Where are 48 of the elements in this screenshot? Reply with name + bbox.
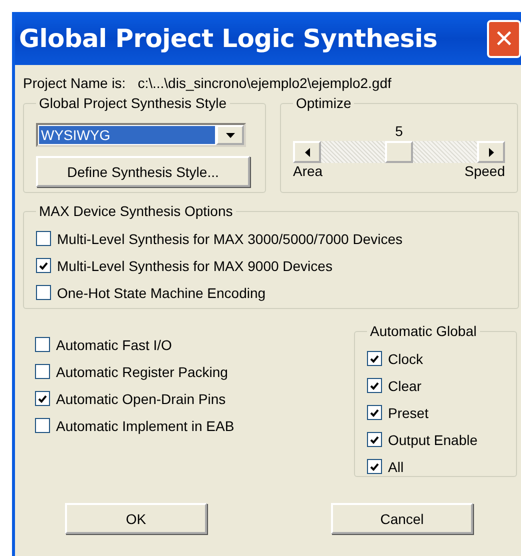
checkbox[interactable] [367,405,382,420]
check-icon [39,262,48,270]
slider-thumb[interactable] [385,141,413,163]
checkbox[interactable] [35,337,50,352]
check-icon [370,408,379,416]
checkbox-label[interactable]: Preset [388,404,428,420]
checkbox-label[interactable]: Automatic Implement in EAB [56,418,234,434]
group-title: Optimize [295,95,352,111]
close-button[interactable]: ✕ [487,20,521,58]
check-icon [370,436,379,444]
checkbox-label[interactable]: Clock [388,350,424,366]
checkbox[interactable] [367,351,382,366]
style-dropdown[interactable]: WYSIWYG [36,123,246,147]
checkbox[interactable] [367,378,382,393]
checkbox-label[interactable]: Automatic Open-Drain Pins [56,390,226,406]
checkbox[interactable] [367,459,382,474]
checkbox[interactable] [36,285,51,300]
checkbox-label[interactable]: Output Enable [388,432,478,448]
checkbox[interactable] [367,432,382,447]
check-icon [370,382,379,390]
speed-label: Speed [464,163,505,179]
checkbox-label[interactable]: Clear [388,378,422,394]
checkbox[interactable] [35,364,50,379]
define-style-button[interactable]: Define Synthesis Style... [36,156,250,187]
checkbox-label[interactable]: Multi-Level Synthesis for MAX 9000 Devices [57,258,332,274]
project-path: c:\...\dis_sincrono\ejemplo2\ejemplo2.gdf [138,75,392,91]
group-title: Automatic Global [369,323,478,339]
cancel-button[interactable]: Cancel [331,503,473,534]
area-label: Area [293,163,323,179]
project-name-label: Project Name is: [23,75,126,91]
checkbox-label[interactable]: Multi-Level Synthesis for MAX 3000/5000/7000 Devices [57,230,403,246]
group-title: MAX Device Synthesis Options [38,203,234,219]
checkbox-label[interactable]: Automatic Fast I/O [56,336,172,352]
checkbox-label[interactable]: Automatic Register Packing [56,364,228,380]
window-title: Global Project Logic Synthesis [19,24,438,53]
check-icon [370,354,379,362]
checkbox-label[interactable]: One-Hot State Machine Encoding [57,284,266,300]
check-icon [370,462,379,470]
ok-button[interactable]: OK [65,503,207,534]
checkbox-label[interactable]: All [388,458,404,474]
slider-value: 5 [394,123,404,139]
checkbox[interactable] [35,391,50,406]
check-icon [38,394,47,402]
slider-track[interactable] [293,141,505,163]
group-title: Global Project Synthesis Style [38,95,228,111]
checkbox[interactable] [36,258,51,273]
checkbox[interactable] [36,231,51,246]
checkbox[interactable] [35,418,50,433]
